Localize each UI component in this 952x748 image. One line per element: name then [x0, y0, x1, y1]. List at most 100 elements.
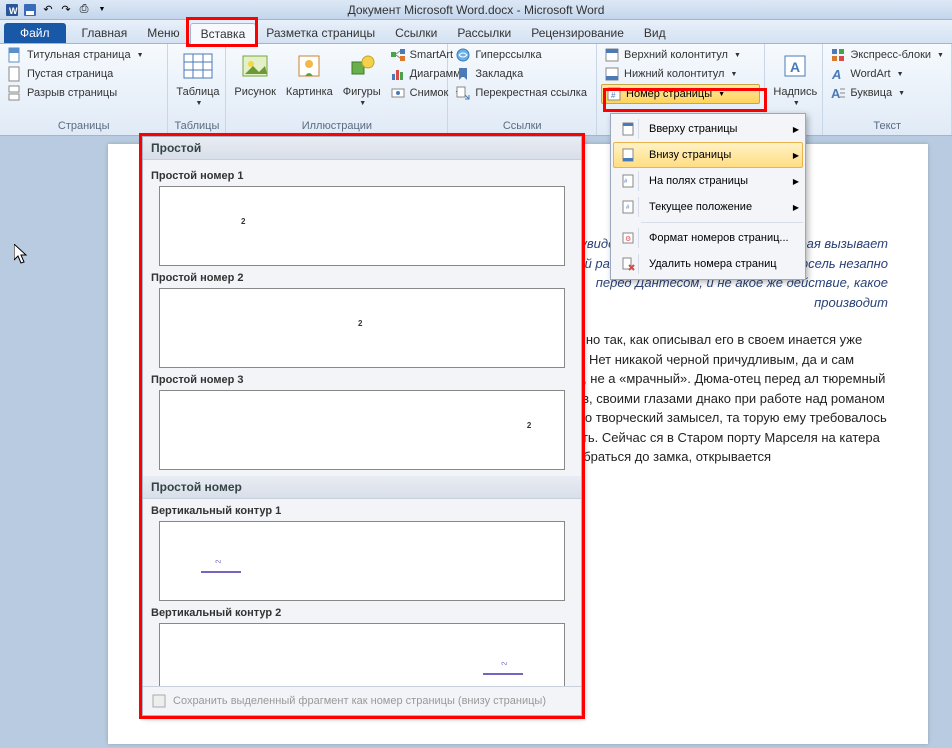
arrow-right-icon: ▶ [793, 151, 799, 160]
picture-icon [239, 48, 271, 84]
qat-customize-icon[interactable]: ▼ [94, 2, 110, 18]
textbox-icon: A [779, 48, 811, 84]
page-number-button[interactable]: #Номер страницы▼ [601, 84, 760, 104]
chevron-down-icon: ▼ [897, 71, 904, 78]
bottom-page-icon [620, 147, 636, 163]
blank-page-button[interactable]: Пустая страница [4, 65, 163, 83]
save-selection-icon [151, 693, 167, 709]
tab-view[interactable]: Вид [634, 23, 676, 43]
chevron-down-icon: ▼ [730, 71, 737, 78]
wordart-icon: A [830, 66, 846, 82]
ribbon-tabs: Файл Главная Меню Вставка Разметка стран… [0, 20, 952, 44]
gallery-item-label: Простой номер 2 [151, 272, 573, 284]
tab-review[interactable]: Рецензирование [521, 23, 634, 43]
print-icon[interactable]: ⎙ [76, 2, 92, 18]
svg-text:W: W [9, 6, 18, 16]
svg-text:A: A [790, 59, 800, 75]
page-number-gallery: Простой Простой номер 1 2 Простой номер … [142, 136, 582, 716]
menu-separator [641, 222, 803, 223]
gallery-item-preview[interactable]: 2 [159, 186, 564, 266]
screenshot-icon [390, 85, 406, 101]
bookmark-button[interactable]: Закладка [452, 65, 592, 83]
textbox-button[interactable]: A Надпись▼ [769, 46, 821, 109]
undo-icon[interactable]: ↶ [40, 2, 56, 18]
dropcap-icon: A [830, 85, 846, 101]
titlebar: W ↶ ↷ ⎙ ▼ Документ Microsoft Word.docx -… [0, 0, 952, 20]
gallery-body[interactable]: Простой номер 1 2 Простой номер 2 2 Прос… [143, 160, 581, 686]
menu-remove-numbers[interactable]: Удалить номера страниц [613, 251, 803, 277]
chevron-down-icon: ▼ [734, 52, 741, 59]
svg-text:A: A [831, 86, 841, 101]
chevron-down-icon: ▼ [137, 52, 144, 59]
page-number-menu: Вверху страницы▶ Внизу страницы▶ #На пол… [610, 113, 806, 280]
vertical-accent [201, 571, 241, 573]
page-number-icon: # [606, 86, 622, 102]
ribbon: Титульная страница▼ Пустая страница Разр… [0, 44, 952, 136]
gallery-item-preview[interactable]: 2 [159, 390, 564, 470]
chevron-down-icon: ▼ [793, 100, 800, 107]
smartart-icon [390, 47, 406, 63]
wordart-button[interactable]: AWordArt▼ [827, 65, 947, 83]
group-text: Экспресс-блоки▼ AWordArt▼ AБуквица▼ Текс… [823, 44, 952, 135]
cover-page-button[interactable]: Титульная страница▼ [4, 46, 163, 64]
chevron-down-icon: ▼ [898, 90, 905, 97]
cursor-icon [14, 244, 30, 266]
tab-references[interactable]: Ссылки [385, 23, 447, 43]
quick-parts-button[interactable]: Экспресс-блоки▼ [827, 46, 947, 64]
menu-top-of-page[interactable]: Вверху страницы▶ [613, 116, 803, 142]
table-icon [182, 48, 214, 84]
blank-page-icon [7, 66, 23, 82]
crossref-button[interactable]: Перекрестная ссылка [452, 84, 592, 102]
gallery-item-preview[interactable]: 2 [159, 288, 564, 368]
margin-page-icon: # [620, 173, 636, 189]
gallery-item-label: Простой номер 3 [151, 374, 573, 386]
svg-text:⚙: ⚙ [625, 235, 631, 243]
header-icon [604, 47, 620, 63]
gallery-item-preview[interactable]: 2 [159, 623, 564, 686]
shapes-icon [346, 48, 378, 84]
quick-parts-icon [830, 47, 846, 63]
vertical-accent [483, 673, 523, 675]
group-tables: Таблица▼ Таблицы [168, 44, 226, 135]
chevron-down-icon: ▼ [718, 91, 725, 98]
arrow-right-icon: ▶ [793, 125, 799, 134]
tab-mailings[interactable]: Рассылки [447, 23, 521, 43]
menu-page-margins[interactable]: #На полях страницы▶ [613, 168, 803, 194]
tab-file[interactable]: Файл [4, 23, 66, 43]
header-button[interactable]: Верхний колонтитул▼ [601, 46, 760, 64]
gallery-section-simple-number: Простой номер [143, 476, 581, 499]
arrow-right-icon: ▶ [793, 177, 799, 186]
redo-icon[interactable]: ↷ [58, 2, 74, 18]
tab-menu[interactable]: Меню [137, 23, 189, 43]
hyperlink-button[interactable]: Гиперссылка [452, 46, 592, 64]
gallery-item-label: Вертикальный контур 2 [151, 607, 573, 619]
dropcap-button[interactable]: AБуквица▼ [827, 84, 947, 102]
page-break-button[interactable]: Разрыв страницы [4, 84, 163, 102]
group-pages: Титульная страница▼ Пустая страница Разр… [0, 44, 168, 135]
picture-button[interactable]: Рисунок [230, 46, 280, 100]
chevron-down-icon: ▼ [937, 52, 944, 59]
group-illustrations: Рисунок Картинка Фигуры▼ SmartArt Диагра… [226, 44, 448, 135]
chart-icon [390, 66, 406, 82]
gallery-item-label: Вертикальный контур 1 [151, 505, 573, 517]
word-icon: W [4, 2, 20, 18]
save-icon[interactable] [22, 2, 38, 18]
cover-page-icon [7, 47, 23, 63]
shapes-button[interactable]: Фигуры▼ [339, 46, 385, 109]
gallery-item-preview[interactable]: 2 [159, 521, 564, 601]
tab-home[interactable]: Главная [72, 23, 138, 43]
gallery-footer: Сохранить выделенный фрагмент как номер … [143, 686, 581, 715]
gallery-item-label: Простой номер 1 [151, 170, 573, 182]
page-break-icon [7, 85, 23, 101]
window-title: Документ Microsoft Word.docx - Microsoft… [348, 3, 605, 17]
tab-page-layout[interactable]: Разметка страницы [256, 23, 385, 43]
tab-insert[interactable]: Вставка [190, 23, 257, 44]
format-icon: ⚙ [620, 230, 636, 246]
chevron-down-icon: ▼ [196, 100, 203, 107]
menu-format-numbers[interactable]: ⚙Формат номеров страниц... [613, 225, 803, 251]
menu-bottom-of-page[interactable]: Внизу страницы▶ [613, 142, 803, 168]
footer-button[interactable]: Нижний колонтитул▼ [601, 65, 760, 83]
clipart-button[interactable]: Картинка [282, 46, 337, 100]
table-button[interactable]: Таблица▼ [172, 46, 223, 109]
menu-current-position[interactable]: #Текущее положение▶ [613, 194, 803, 220]
